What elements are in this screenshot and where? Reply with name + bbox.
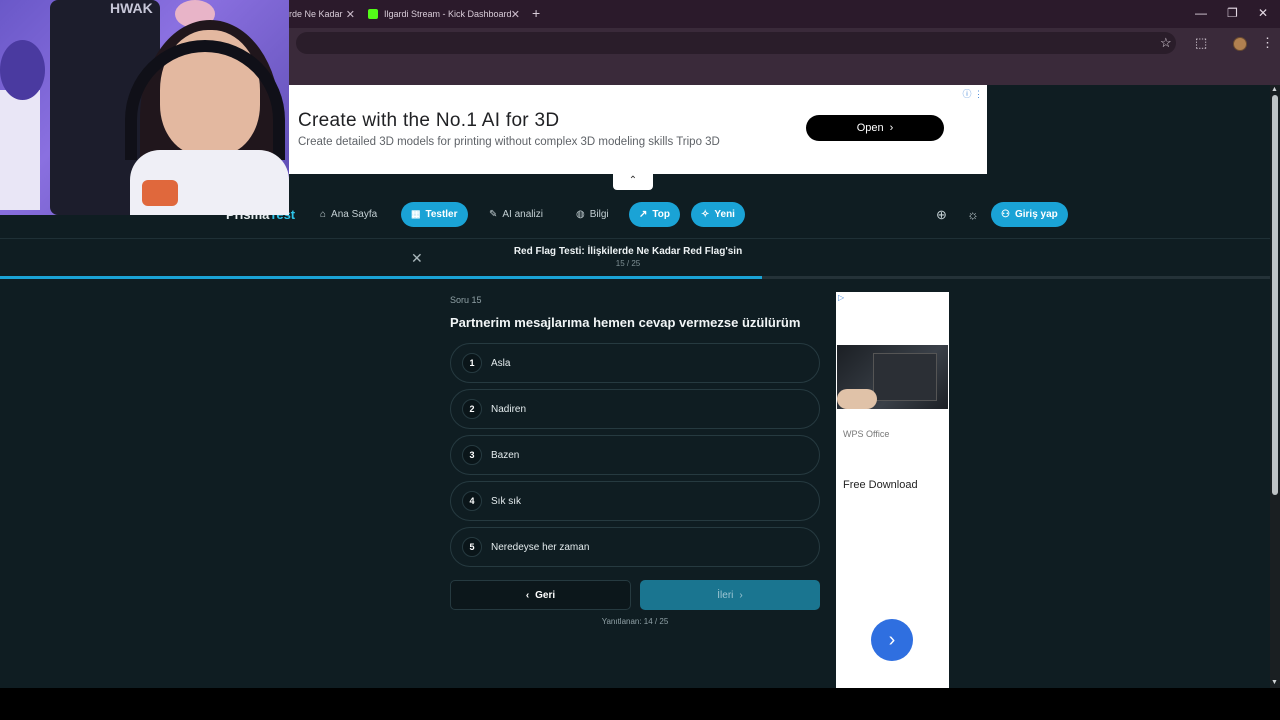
chevron-right-icon: › xyxy=(889,122,894,134)
next-label: İleri xyxy=(717,589,734,601)
nav-info[interactable]: ◍ Bilgi xyxy=(566,202,619,227)
ad-choices-icon[interactable]: ▷ xyxy=(838,293,844,302)
bookmark-star-icon[interactable]: ☆ xyxy=(1160,35,1172,51)
extensions-icon[interactable]: ⬚ xyxy=(1195,35,1207,51)
quiz-counter: 15 / 25 xyxy=(615,259,641,268)
nav-new[interactable]: ✧ Yeni xyxy=(691,202,745,227)
theme-toggle-icon[interactable]: ☼ xyxy=(957,202,989,227)
chevron-right-icon: › xyxy=(739,589,743,601)
ad-headline: Create with the No.1 AI for 3D xyxy=(298,110,560,131)
option-label: Sık sık xyxy=(491,495,522,507)
grid-icon: ▦ xyxy=(411,209,421,220)
hand-shape xyxy=(837,389,877,409)
nav-label: Yeni xyxy=(714,209,735,220)
top-ad-banner[interactable]: ⓘ ⋮ Create with the No.1 AI for 3D Creat… xyxy=(289,85,987,174)
ad-open-button[interactable]: Open › xyxy=(806,115,944,141)
option-label: Neredeyse her zaman xyxy=(491,541,590,553)
option-number: 2 xyxy=(462,399,482,419)
tab-quiz[interactable]: rde Ne Kadar ✕ xyxy=(289,4,355,24)
side-ad[interactable]: ▷ WPS Office Free Download › xyxy=(836,292,949,688)
info-icon: ◍ xyxy=(576,209,585,220)
scroll-down-icon[interactable]: ▼ xyxy=(1271,679,1278,686)
plush-toy xyxy=(0,40,45,100)
chair-brand: HWAK xyxy=(110,0,153,16)
nav-label: Bilgi xyxy=(589,209,609,220)
ad-go-button[interactable]: › xyxy=(871,619,913,661)
kick-icon xyxy=(368,9,378,19)
option-label: Asla xyxy=(491,357,511,369)
progress-fill xyxy=(0,276,762,279)
nav-label: Top xyxy=(652,209,670,220)
nav-label: AI analizi xyxy=(502,209,543,220)
trending-icon: ↗ xyxy=(639,209,648,220)
answered-count: Yanıtlanan: 14 / 25 xyxy=(601,617,669,626)
quiz-title: Red Flag Testi: İlişkilerde Ne Kadar Red… xyxy=(513,246,743,257)
screen: rde Ne Kadar ✕ Ilgardi Stream - Kick Das… xyxy=(0,0,1280,720)
nav-label: Ana Sayfa xyxy=(331,209,378,220)
profile-avatar[interactable] xyxy=(1233,37,1247,51)
ad-info-icon[interactable]: ⓘ ⋮ xyxy=(962,87,983,100)
answer-option[interactable]: 2 Nadiren xyxy=(450,389,820,429)
webcam-overlay: HWAK xyxy=(0,0,289,215)
close-window-icon[interactable]: ✕ xyxy=(1258,6,1268,20)
tab-close-icon[interactable]: ✕ xyxy=(511,8,520,21)
restore-icon[interactable]: ❐ xyxy=(1227,6,1238,20)
ad-image xyxy=(837,345,948,409)
ad-brand: WPS Office xyxy=(843,429,890,439)
tab-title: Ilgardi Stream - Kick Dashboard xyxy=(384,9,512,19)
option-label: Bazen xyxy=(491,449,520,461)
nav-home[interactable]: ⌂ Ana Sayfa xyxy=(310,202,387,227)
question-text: Partnerim mesajlarıma hemen cevap vermez… xyxy=(450,315,801,330)
shirt-logo xyxy=(142,180,178,206)
quiz-progress-bar xyxy=(0,276,1270,279)
answer-option[interactable]: 3 Bazen xyxy=(450,435,820,475)
scrollbar-thumb[interactable] xyxy=(1272,95,1278,495)
ad-cta[interactable]: Free Download xyxy=(843,479,918,491)
navbar-divider xyxy=(0,238,1270,239)
login-button[interactable]: ⚇ Giriş yap xyxy=(991,202,1068,227)
option-label: Nadiren xyxy=(491,403,527,415)
option-number: 5 xyxy=(462,537,482,557)
ad-collapse-button[interactable]: ⌃ xyxy=(613,174,653,190)
globe-icon[interactable]: ⊕ xyxy=(926,202,957,227)
option-number: 3 xyxy=(462,445,482,465)
minimize-icon[interactable]: — xyxy=(1195,6,1207,20)
background-shelf xyxy=(0,90,40,210)
login-label: Giriş yap xyxy=(1014,209,1058,220)
answer-option[interactable]: 4 Sık sık xyxy=(450,481,820,521)
tab-title: rde Ne Kadar xyxy=(289,9,343,19)
address-input[interactable] xyxy=(296,32,1176,54)
wand-icon: ✎ xyxy=(489,209,498,220)
user-icon: ⚇ xyxy=(1001,209,1010,220)
answer-option[interactable]: 5 Neredeyse her zaman xyxy=(450,527,820,567)
new-tab-button[interactable]: + xyxy=(532,5,540,21)
ad-subtext: Create detailed 3D models for printing w… xyxy=(298,136,720,148)
option-number: 4 xyxy=(462,491,482,511)
nav-label: Testler xyxy=(425,209,458,220)
tab-kick-dashboard[interactable]: Ilgardi Stream - Kick Dashboard ✕ xyxy=(368,4,520,24)
scroll-up-icon[interactable]: ▲ xyxy=(1271,86,1278,93)
nav-tests[interactable]: ▦ Testler xyxy=(401,202,468,227)
sparkle-icon: ✧ xyxy=(701,209,710,220)
ad-open-label: Open xyxy=(856,122,884,134)
nav-ai-analysis[interactable]: ✎ AI analizi xyxy=(479,202,553,227)
nav-top[interactable]: ↗ Top xyxy=(629,202,680,227)
chevron-left-icon: ‹ xyxy=(525,589,530,601)
back-label: Geri xyxy=(535,589,556,601)
answer-option[interactable]: 1 Asla xyxy=(450,343,820,383)
browser-menu-icon[interactable]: ⋮ xyxy=(1261,35,1274,51)
option-number: 1 xyxy=(462,353,482,373)
tab-close-icon[interactable]: ✕ xyxy=(346,8,355,21)
next-button[interactable]: İleri › xyxy=(640,580,820,610)
question-number: Soru 15 xyxy=(450,295,482,305)
back-button[interactable]: ‹ Geri xyxy=(450,580,631,610)
tablet-screen xyxy=(873,353,937,401)
home-icon: ⌂ xyxy=(320,209,327,220)
bottom-black-bar xyxy=(0,688,1280,720)
